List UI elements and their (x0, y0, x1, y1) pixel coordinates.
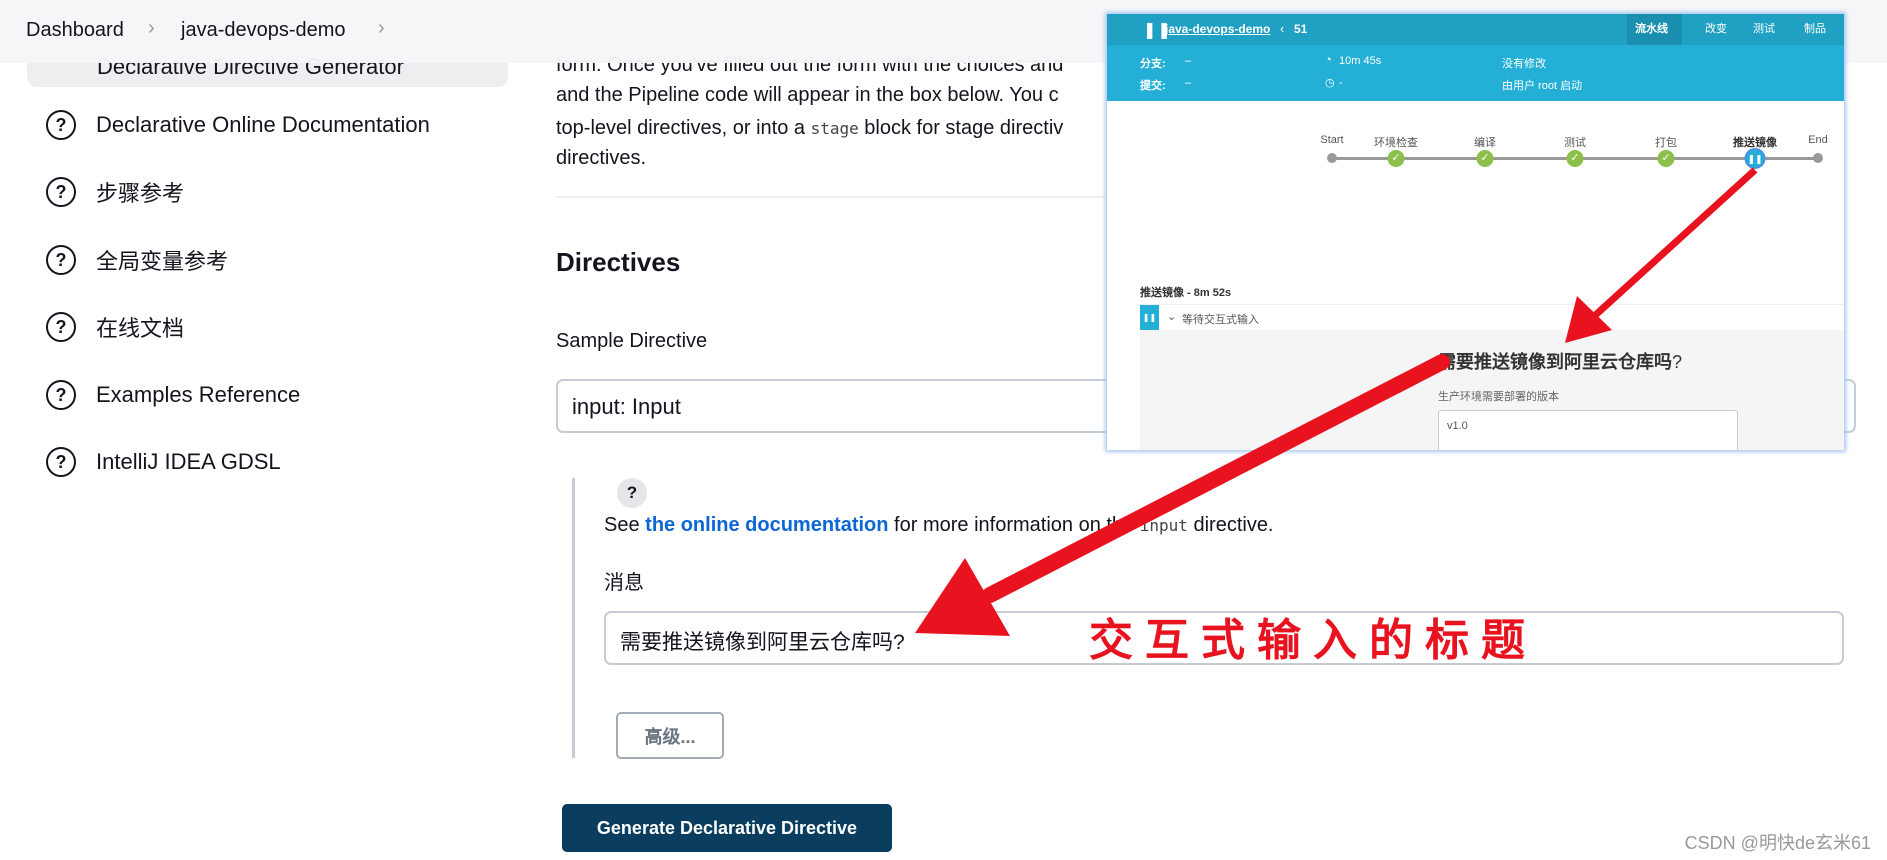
pause-icon: ❚❚ (1140, 305, 1159, 331)
tab-pipeline[interactable]: 流水线 (1635, 14, 1668, 45)
section-border (572, 478, 575, 758)
help-icon[interactable]: ? (617, 478, 647, 508)
sidebar-item-label: Examples Reference (96, 382, 301, 407)
sidebar-item-steps[interactable]: ? 步骤参考 (46, 172, 184, 212)
annotation-text: 交互式输入的标题 (1089, 615, 1537, 666)
check-icon[interactable]: ✓ (1476, 150, 1494, 167)
tab-tests[interactable]: 测试 (1753, 14, 1775, 45)
check-icon[interactable]: ✓ (1657, 150, 1675, 167)
sidebar-item-label: Declarative Online Documentation (96, 112, 430, 137)
intro-text: and the Pipeline code will appear in the… (556, 84, 1059, 106)
stage-node-start[interactable] (1327, 153, 1337, 163)
divider (556, 196, 1116, 198)
tab-changes[interactable]: 改变 (1705, 14, 1727, 45)
input-title: 需要推送镜像到阿里云仓库吗? (1438, 352, 1683, 372)
generate-directive-button[interactable]: Generate Declarative Directive (562, 804, 892, 852)
time: - (1339, 77, 1343, 89)
intro-text: top-level directives, or into a stage bl… (556, 117, 1064, 139)
help-circle-icon: ? (46, 110, 76, 140)
watermark: CSDN @明快de玄米61 (1684, 833, 1871, 853)
chevron-down-icon: ⌄ (1167, 311, 1177, 323)
stage-label: Start (1320, 134, 1344, 146)
pause-icon[interactable]: ❚❚ (1744, 148, 1766, 169)
clock-icon: ◷ (1325, 77, 1335, 89)
chevron-left-icon[interactable]: ‹ (1280, 21, 1284, 36)
param-label: 生产环境需要部署的版本 (1438, 391, 1559, 403)
changes: 没有修改 (1502, 58, 1546, 70)
help-circle-icon: ? (46, 447, 76, 477)
commit-label: 提交: (1140, 80, 1166, 92)
tab-artifacts[interactable]: 制品 (1804, 14, 1826, 45)
commit-value: – (1185, 77, 1192, 89)
branch-value: – (1185, 55, 1192, 67)
started-by: 由用户 root 启动 (1502, 80, 1583, 92)
step-row[interactable]: ❚❚ ⌄ 等待交互式输入 (1140, 304, 1844, 331)
sidebar-item-label: IntelliJ IDEA GDSL (96, 449, 281, 474)
pipeline-screenshot-inset: ❚❚ java-devops-demo ‹ 51 流水线 改变 测试 制品 分支… (1107, 14, 1844, 450)
sidebar-item-examples[interactable]: ? Examples Reference (46, 375, 300, 415)
stage-label: 测试 (1564, 137, 1586, 149)
input-panel: 需要推送镜像到阿里云仓库吗? 生产环境需要部署的版本 v1.0 (1140, 330, 1844, 450)
pipeline-header: ❚❚ java-devops-demo ‹ 51 流水线 改变 测试 制品 (1107, 14, 1844, 45)
intro-text: directives. (556, 147, 647, 169)
sidebar-item-label: 全局变量参考 (96, 249, 229, 274)
sidebar-item-declarative-docs[interactable]: ? Declarative Online Documentation (46, 105, 430, 145)
sidebar-item-globals[interactable]: ? 全局变量参考 (46, 240, 228, 280)
breadcrumb-dashboard[interactable]: Dashboard (26, 19, 124, 42)
step-label: 等待交互式输入 (1182, 314, 1259, 326)
stage-label: End (1808, 134, 1828, 146)
breadcrumb-job[interactable]: java-devops-demo (181, 19, 346, 42)
online-docs-link[interactable]: the online documentation (645, 514, 888, 536)
duration: 10m 45s (1339, 55, 1382, 67)
sidebar-item-label: 在线文档 (96, 316, 185, 341)
help-text: See the online documentation for more in… (604, 514, 1274, 536)
stage-label: 环境检查 (1374, 137, 1418, 149)
build-number: 51 (1294, 22, 1308, 36)
param-input[interactable]: v1.0 (1438, 410, 1738, 450)
help-circle-icon: ? (46, 312, 76, 342)
timer-icon: ◔ (1325, 54, 1332, 66)
help-circle-icon: ? (46, 380, 76, 410)
sidebar-item-gdsl[interactable]: ? IntelliJ IDEA GDSL (46, 442, 281, 482)
check-icon[interactable]: ✓ (1387, 150, 1405, 167)
check-icon[interactable]: ✓ (1566, 150, 1584, 167)
help-circle-icon: ? (46, 177, 76, 207)
stage-title: 推送镜像 - 8m 52s (1140, 287, 1232, 299)
chevron-right-icon[interactable]: › (378, 17, 385, 40)
stage-label: 打包 (1655, 137, 1677, 149)
sidebar-item-label: 步骤参考 (96, 181, 185, 206)
message-label: 消息 (604, 572, 644, 594)
job-link[interactable]: java-devops-demo (1165, 22, 1270, 36)
branch-label: 分支: (1140, 58, 1166, 70)
help-circle-icon: ? (46, 245, 76, 275)
advanced-button[interactable]: 高级... (616, 712, 724, 759)
chevron-right-icon: › (148, 17, 155, 39)
directives-heading: Directives (556, 247, 681, 277)
stage-node-end[interactable] (1813, 153, 1823, 163)
pipeline-info: 分支: – 提交: – ◔ 10m 45s ◷ - 没有修改 由用户 root … (1107, 45, 1844, 101)
sidebar-item-online-docs[interactable]: ? 在线文档 (46, 307, 184, 347)
stage-label: 编译 (1474, 137, 1496, 149)
sample-directive-label: Sample Directive (556, 330, 708, 352)
